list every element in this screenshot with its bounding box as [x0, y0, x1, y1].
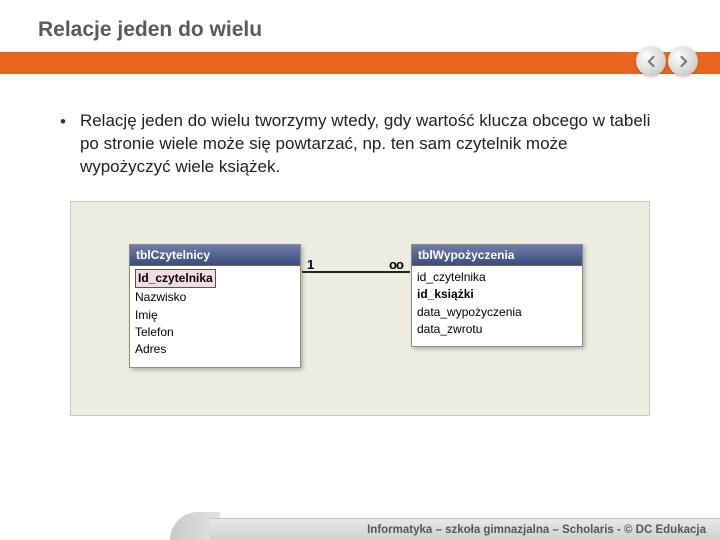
- next-button[interactable]: [668, 46, 698, 76]
- field: Telefon: [135, 324, 295, 341]
- footer-bar: Informatyka – szkoła gimnazjalna – Schol…: [210, 518, 720, 540]
- table-header: tblCzytelnicy: [130, 245, 300, 266]
- bullet-text: Relację jeden do wielu tworzymy wtedy, g…: [80, 110, 660, 179]
- field: id_książki: [417, 286, 577, 303]
- prev-button[interactable]: [636, 46, 666, 76]
- header: Relacje jeden do wielu: [0, 0, 720, 42]
- field: Nazwisko: [135, 289, 295, 306]
- accent-bar: [0, 52, 720, 74]
- chevron-right-icon: [677, 55, 690, 68]
- table-body: Id_czytelnika Nazwisko Imię Telefon Adre…: [130, 266, 300, 367]
- cardinality-one: 1: [307, 257, 314, 272]
- footer: Informatyka – szkoła gimnazjalna – Schol…: [0, 508, 720, 540]
- bullet-item: • Relację jeden do wielu tworzymy wtedy,…: [60, 110, 660, 179]
- field: data_wypożyczenia: [417, 304, 577, 321]
- field-pk: Id_czytelnika: [135, 269, 216, 288]
- field: id_czytelnika: [417, 269, 577, 286]
- cardinality-many: oo: [389, 257, 403, 272]
- table-wypozyczenia: tblWypożyczenia id_czytelnika id_książki…: [411, 244, 583, 348]
- table-body: id_czytelnika id_książki data_wypożyczen…: [412, 266, 582, 347]
- field: Imię: [135, 307, 295, 324]
- field: data_zwrotu: [417, 321, 577, 338]
- footer-text: Informatyka – szkoła gimnazjalna – Schol…: [367, 524, 706, 536]
- chevron-left-icon: [645, 55, 658, 68]
- diagram-panel: tblCzytelnicy Id_czytelnika Nazwisko Imi…: [70, 201, 650, 416]
- nav-controls: [636, 46, 698, 76]
- content-area: • Relację jeden do wielu tworzymy wtedy,…: [0, 74, 720, 416]
- slide-title: Relacje jeden do wielu: [38, 18, 720, 42]
- table-czytelnicy: tblCzytelnicy Id_czytelnika Nazwisko Imi…: [129, 244, 301, 368]
- field: Adres: [135, 341, 295, 358]
- bullet-marker: •: [60, 111, 66, 179]
- table-header: tblWypożyczenia: [412, 245, 582, 266]
